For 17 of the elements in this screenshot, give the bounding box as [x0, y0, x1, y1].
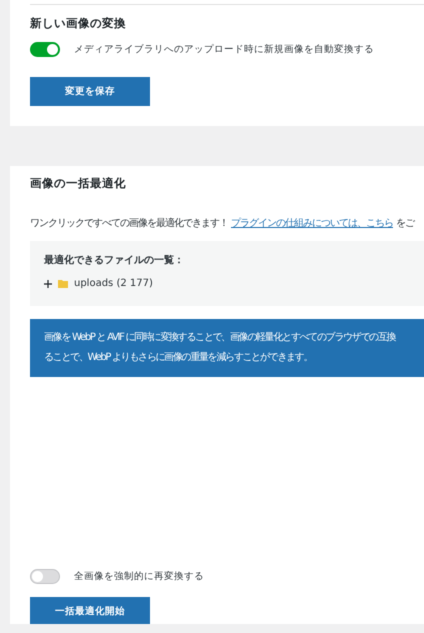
start-optimization-button[interactable]: 一括最適化開始: [30, 597, 150, 624]
intro-text: をご: [396, 217, 414, 231]
folder-icon: [58, 280, 68, 288]
section-heading: 新しい画像の変換: [30, 16, 127, 31]
toggle-label: メディアライブラリへのアップロード時に新規画像を自動変換する: [74, 43, 374, 56]
notice-text: ることで、WebP よりもさらに画像の重量を減らすことができます。: [44, 350, 312, 365]
plus-icon[interactable]: [44, 280, 52, 288]
file-list-title: 最適化できるファイルの一覧：: [44, 254, 185, 268]
folder-label[interactable]: uploads (2 177): [74, 277, 153, 291]
notice-text: 画像を WebP と AVIF に同時に変換することで、画像の軽量化とすべてのブラウザでの互換: [44, 330, 396, 345]
help-link[interactable]: プラグインの仕組みについては、こちら: [231, 217, 393, 231]
intro-text: ワンクリックですべての画像を最適化できます！: [30, 217, 228, 231]
toggle-switch[interactable]: [30, 569, 60, 584]
save-button[interactable]: 変更を保存: [30, 77, 150, 106]
toggle-label: 全画像を強制的に再変換する: [74, 570, 204, 583]
toggle-switch[interactable]: [30, 42, 60, 57]
section-heading: 画像の一括最適化: [30, 176, 127, 191]
